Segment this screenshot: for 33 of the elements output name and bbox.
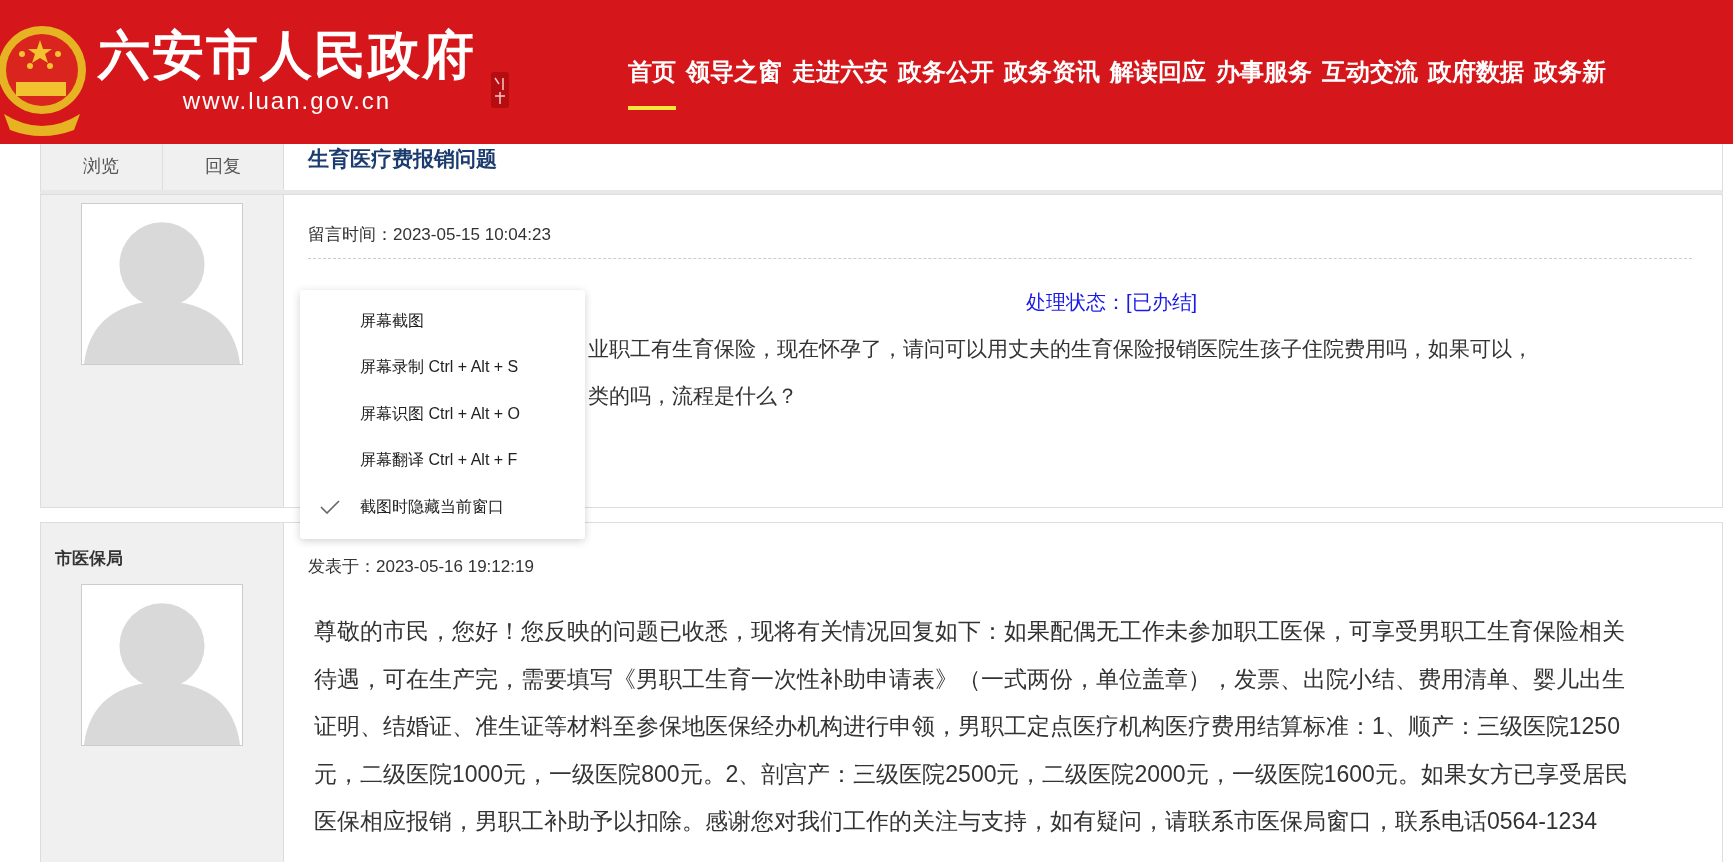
menu-item-label: 屏幕识图 Ctrl + Alt + O	[360, 403, 521, 424]
nav-link[interactable]: 走进六安	[792, 56, 888, 110]
nav-link[interactable]: 领导之窗	[686, 56, 782, 110]
menu-item[interactable]: 屏幕截图	[300, 298, 585, 345]
nav-link[interactable]: 政府数据	[1428, 56, 1524, 110]
menu-item[interactable]: 屏幕录制 Ctrl + Alt + S	[300, 344, 585, 391]
nav-link[interactable]: 政务新	[1534, 56, 1606, 110]
topic-title: 生育医疗费报销问题	[306, 146, 498, 172]
nav-link[interactable]: 政务公开	[898, 56, 994, 110]
nav-link[interactable]: 办事服务	[1216, 56, 1312, 110]
menu-item[interactable]: 截图时隐藏当前窗口	[300, 484, 585, 531]
nav-link[interactable]: 解读回应	[1110, 56, 1206, 110]
nav-link[interactable]: 首页	[628, 56, 676, 110]
message-text-line: 业职工有生育保险，现在怀孕了，请问可以用丈夫的生育保险报销医院生孩子住院费用吗，如果可以，	[588, 336, 1533, 362]
nav-link[interactable]: 互动交流	[1322, 56, 1418, 110]
menu-item-label: 屏幕翻译 Ctrl + Alt + F	[360, 450, 518, 471]
menu-item[interactable]: 屏幕翻译 Ctrl + Alt + F	[300, 437, 585, 484]
message-text-line: 类的吗，流程是什么？	[588, 383, 798, 409]
site-title[interactable]: 六安市人民政府	[98, 26, 476, 86]
reply-text: 尊敬的市民，您好！您反映的问题已收悉，现将有关情况回复如下：如果配偶无工作未参加职工医保，可享受男职工生育保险相关待遇，可在生产完，需要填写《男职工生育一次性补助申请表》（一式两份，单位盖章），发票、出院小结、费用清单、婴儿出生证明、结婚证、准生证等材料至参保地医保经办机构进行申领，男职工定点医疗机构医疗费用结算标准：1、顺产：三级医院1250元，二级医院1000元，一级医院800元。2、剖宫产：三级医院2500元，二级医院2000元，一级医院1600元。如果女方已享受居民医保相应报销，男职工补助予以扣除。感谢您对我们工作的关注与支持，如有疑问，请联系市医保局窗口，联系电话0564-1234	[314, 617, 1629, 836]
menu-item-label: 截图时隐藏当前窗口	[360, 496, 504, 517]
handling-status: 处理状态：[已办结]	[1026, 290, 1198, 315]
seal-icon	[490, 70, 510, 110]
site-url: www.luan.gov.cn	[182, 86, 392, 116]
message-time: 留言时间：2023-05-15 10:04:23	[308, 225, 551, 244]
reply-author: 市医保局	[54, 548, 124, 570]
menu-item[interactable]: 屏幕识图 Ctrl + Alt + O	[300, 391, 585, 438]
reply-time: 发表于：2023-05-16 19:12:19	[308, 557, 534, 576]
stat-label: 回复	[203, 155, 242, 178]
stat-label: 浏览	[41, 144, 163, 190]
nav-link[interactable]: 政务资讯	[1004, 56, 1100, 110]
menu-item-label: 屏幕截图	[360, 310, 424, 331]
menu-item-label: 屏幕录制 Ctrl + Alt + S	[360, 357, 519, 378]
